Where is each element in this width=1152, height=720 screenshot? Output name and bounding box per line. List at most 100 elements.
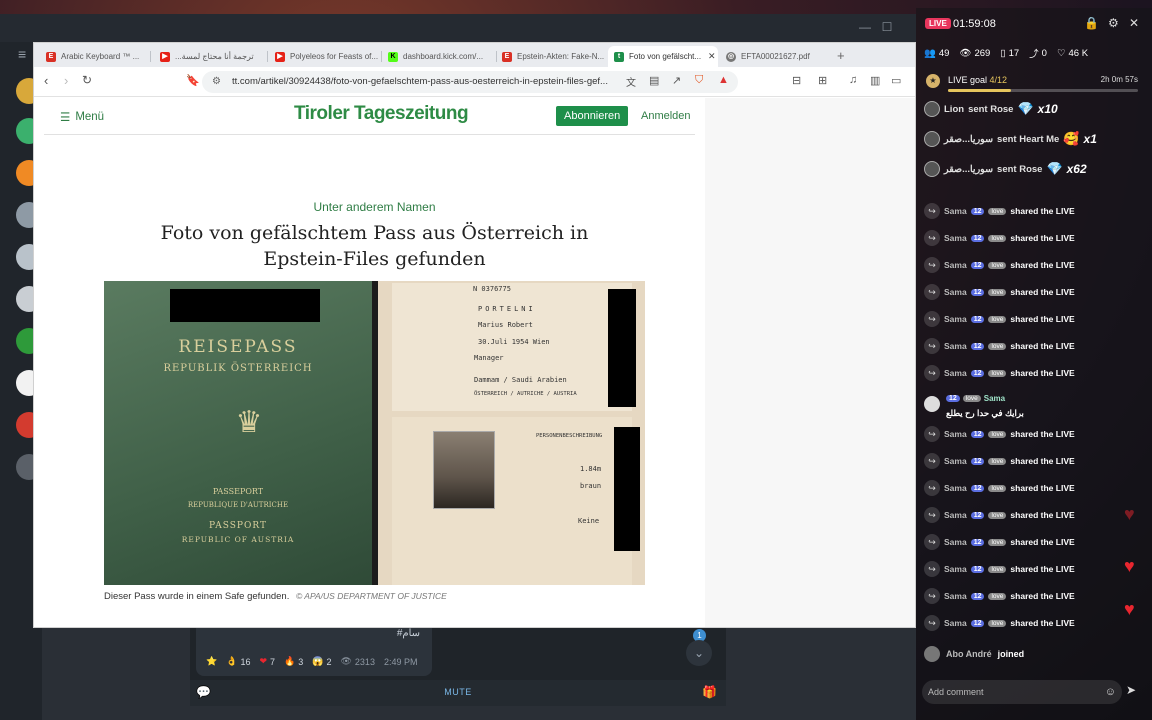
- hamburger-menu-icon[interactable]: ≡: [18, 46, 26, 62]
- site-info-icon[interactable]: ⚙: [212, 71, 221, 93]
- share-user[interactable]: Sama: [944, 341, 967, 351]
- gift-icon[interactable]: 🎁: [702, 685, 717, 699]
- article-photo[interactable]: REISEPASS REPUBLIK ÖSTERREICH ♛ PASSEPOR…: [104, 281, 645, 585]
- gift-action: sent Heart Me: [997, 133, 1060, 145]
- scroll-down-button[interactable]: ⌄: [686, 640, 712, 666]
- level-badge: 12: [970, 234, 985, 242]
- forward-icon[interactable]: ›: [64, 73, 68, 88]
- tab-epstein-akten[interactable]: E Epstein-Akten: Fake-N...: [496, 46, 608, 67]
- fan-badge: love: [988, 457, 1007, 465]
- add-comment-input[interactable]: Add comment ☺: [922, 680, 1122, 704]
- passport-cover-line: REPUBLIQUE D'AUTRICHE: [187, 501, 289, 509]
- floating-heart-icon: ♥: [1124, 556, 1135, 576]
- maximize-icon[interactable]: ☐: [880, 20, 894, 34]
- tab-kick-dashboard[interactable]: K dashboard.kick.com/...: [382, 46, 494, 67]
- tab-arabic-keyboard[interactable]: E Arabic Keyboard ™ ...: [40, 46, 146, 67]
- caption-text: Dieser Pass wurde in einem Safe gefunden…: [104, 591, 290, 602]
- share-user[interactable]: Sama: [944, 483, 967, 493]
- share-user[interactable]: Sama: [944, 456, 967, 466]
- share-user[interactable]: Sama: [944, 233, 967, 243]
- share-user[interactable]: Sama: [944, 429, 967, 439]
- heart-me-gift-icon: 🥰: [1063, 131, 1080, 146]
- menu-button[interactable]: ☰ Menü: [60, 110, 104, 124]
- joined-user[interactable]: Abo André: [946, 649, 992, 659]
- site-logo[interactable]: Tiroler Tageszeitung: [294, 103, 469, 125]
- passport-cover: REISEPASS REPUBLIK ÖSTERREICH ♛ PASSEPOR…: [104, 281, 372, 585]
- tab-youtube-2[interactable]: ▶ Polyeleos for Feasts of...: [269, 46, 379, 67]
- user-avatar[interactable]: [924, 131, 940, 147]
- gift-user[interactable]: سوريا...صقر: [944, 164, 993, 175]
- user-avatar[interactable]: [924, 101, 940, 117]
- bookmark-icon[interactable]: 🔖: [186, 74, 200, 87]
- chat-comment: 12 love Sama برايك في حدا رح يطلع: [924, 392, 1144, 422]
- share-user[interactable]: Sama: [944, 537, 967, 547]
- austrian-eagle-icon: ♛: [235, 406, 263, 439]
- fan-badge: love: [988, 315, 1007, 323]
- tab-youtube-1[interactable]: ▶ ...ترجمة أنا محتاج لمسة: [154, 46, 264, 67]
- share-arrow-icon: ↪: [924, 311, 940, 327]
- user-avatar[interactable]: [924, 646, 940, 662]
- music-icon[interactable]: ♫: [849, 74, 857, 86]
- login-link[interactable]: Anmelden: [641, 110, 691, 122]
- live-goal[interactable]: ★ LIVE goal 4/12 2h 0m 57s: [926, 72, 1144, 94]
- extensions-icon[interactable]: ⊞: [818, 74, 827, 87]
- close-tab-icon[interactable]: ✕: [708, 51, 716, 62]
- new-tab-button[interactable]: +: [837, 48, 845, 63]
- rewards-icon[interactable]: ▲: [718, 74, 729, 86]
- user-avatar[interactable]: [924, 396, 940, 412]
- translate-icon[interactable]: 文: [626, 74, 636, 89]
- panel-icon[interactable]: ▥: [870, 74, 880, 87]
- user-avatar[interactable]: [924, 161, 940, 177]
- level-badge: 12: [946, 395, 960, 402]
- reaction-fire[interactable]: 🔥 3: [284, 656, 303, 667]
- live-badge: LIVE: [925, 18, 951, 29]
- lock-icon[interactable]: 🔒: [1084, 16, 1099, 30]
- share-icon[interactable]: ↗: [672, 74, 681, 87]
- reader-icon[interactable]: ▤: [649, 74, 659, 87]
- chevron-down-icon: ⌄: [693, 646, 705, 660]
- reaction-count: 2: [326, 656, 332, 667]
- reaction-scream[interactable]: 😱 2: [312, 656, 331, 667]
- share-user[interactable]: Sama: [944, 618, 967, 628]
- gift-user[interactable]: سوريا...صقر: [944, 134, 993, 145]
- tt-icon: t: [614, 51, 624, 62]
- browser-window: E Arabic Keyboard ™ ... ▶ ...ترجمة أنا م…: [33, 42, 916, 628]
- comment-user[interactable]: Sama: [984, 394, 1005, 403]
- share-arrow-icon: ↪: [924, 588, 940, 604]
- tab-efta-pdf[interactable]: ◎ EFTA00021627.pdf: [720, 46, 832, 67]
- reaction-heart[interactable]: ❤ 7: [259, 656, 275, 667]
- reload-icon[interactable]: ↻: [82, 73, 92, 87]
- sidebar-icon[interactable]: ⊟: [792, 74, 801, 87]
- emoji-icon[interactable]: ☺: [1105, 680, 1116, 704]
- share-user[interactable]: Sama: [944, 591, 967, 601]
- share-user[interactable]: Sama: [944, 287, 967, 297]
- passport-page-bottom: [392, 417, 632, 585]
- share-text: shared the LIVE: [1010, 537, 1075, 547]
- back-icon[interactable]: ‹: [44, 73, 48, 88]
- share-user[interactable]: Sama: [944, 314, 967, 324]
- share-user[interactable]: Sama: [944, 260, 967, 270]
- minimize-icon[interactable]: —: [858, 20, 872, 34]
- tab-foto-von-gefaelscht[interactable]: t Foto von gefälscht... ✕: [608, 46, 718, 67]
- gift-user[interactable]: Lion: [944, 104, 964, 115]
- eye-icon: 👁: [340, 656, 352, 666]
- reaction-ok[interactable]: 👌 16: [226, 656, 250, 667]
- send-icon[interactable]: ➤: [1126, 683, 1136, 697]
- share-event: ↪ Sama 12 love shared the LIVE: [924, 228, 1144, 248]
- settings-icon[interactable]: ⚙: [1108, 16, 1119, 30]
- tab-label: Epstein-Akten: Fake-N...: [517, 52, 605, 61]
- message-hashtag[interactable]: #سام: [397, 628, 420, 639]
- share-user[interactable]: Sama: [944, 510, 967, 520]
- reaction-star[interactable]: ⭐: [206, 656, 217, 667]
- passport-given-name: Marius Robert: [478, 321, 533, 329]
- brave-shield-icon[interactable]: ⛉: [695, 74, 703, 87]
- wallet-icon[interactable]: ▭: [891, 74, 901, 87]
- share-user[interactable]: Sama: [944, 564, 967, 574]
- subscribe-button[interactable]: Abonnieren: [556, 106, 629, 126]
- share-user[interactable]: Sama: [944, 368, 967, 378]
- share-event: ↪ Sama 12 love shared the LIVE: [924, 478, 1144, 498]
- close-icon[interactable]: ✕: [1129, 16, 1139, 30]
- fan-badge: love: [988, 369, 1007, 377]
- share-user[interactable]: Sama: [944, 206, 967, 216]
- mute-button[interactable]: MUTE: [190, 687, 726, 697]
